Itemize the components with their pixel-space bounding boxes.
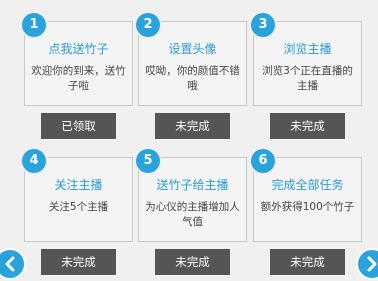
task-number-badge: 4 bbox=[22, 149, 46, 173]
chevron-right-icon bbox=[367, 256, 377, 272]
task-number-badge: 6 bbox=[251, 149, 275, 173]
chevron-left-icon bbox=[5, 256, 15, 272]
task-status-button-4[interactable]: 未完成 bbox=[41, 249, 116, 275]
task-card-3: 3 浏览主播 浏览3个正在直播的主播 bbox=[251, 13, 362, 106]
task-description: 浏览3个正在直播的主播 bbox=[262, 65, 353, 92]
task-status-button-3[interactable]: 未完成 bbox=[270, 113, 345, 139]
task-status-button-2[interactable]: 未完成 bbox=[155, 113, 230, 139]
task-card-5: 5 送竹子给主播 为心仪的主播增加人气值 bbox=[136, 149, 247, 242]
task-status-button-5[interactable]: 未完成 bbox=[155, 249, 230, 275]
task-title[interactable]: 关注主播 bbox=[25, 176, 132, 193]
task-description: 欢迎你的到来，送竹子啦 bbox=[31, 65, 126, 92]
task-card-6: 6 完成全部任务 额外获得100个竹子 bbox=[251, 149, 362, 242]
task-description: 哎呦，你的颜值不错哦 bbox=[145, 65, 240, 92]
task-card-4: 4 关注主播 关注5个主播 bbox=[22, 149, 133, 242]
task-title[interactable]: 送竹子给主播 bbox=[139, 176, 246, 193]
task-description: 为心仪的主播增加人气值 bbox=[145, 201, 240, 228]
task-title[interactable]: 设置头像 bbox=[139, 40, 246, 57]
task-status-button-1[interactable]: 已领取 bbox=[41, 113, 116, 139]
task-card-2: 2 设置头像 哎呦，你的颜值不错哦 bbox=[136, 13, 247, 106]
task-number-badge: 1 bbox=[22, 13, 46, 37]
task-number-badge: 3 bbox=[251, 13, 275, 37]
task-title[interactable]: 浏览主播 bbox=[254, 40, 361, 57]
task-description: 关注5个主播 bbox=[48, 201, 109, 213]
task-number-badge: 2 bbox=[136, 13, 160, 37]
task-description: 额外获得100个竹子 bbox=[260, 201, 355, 213]
task-title[interactable]: 完成全部任务 bbox=[254, 176, 361, 193]
task-title[interactable]: 点我送竹子 bbox=[25, 40, 132, 57]
task-card-1: 1 点我送竹子 欢迎你的到来，送竹子啦 bbox=[22, 13, 133, 106]
prev-page-button[interactable] bbox=[0, 248, 26, 280]
task-number-badge: 5 bbox=[136, 149, 160, 173]
task-status-button-6[interactable]: 未完成 bbox=[270, 249, 345, 275]
next-page-button[interactable] bbox=[356, 248, 378, 280]
